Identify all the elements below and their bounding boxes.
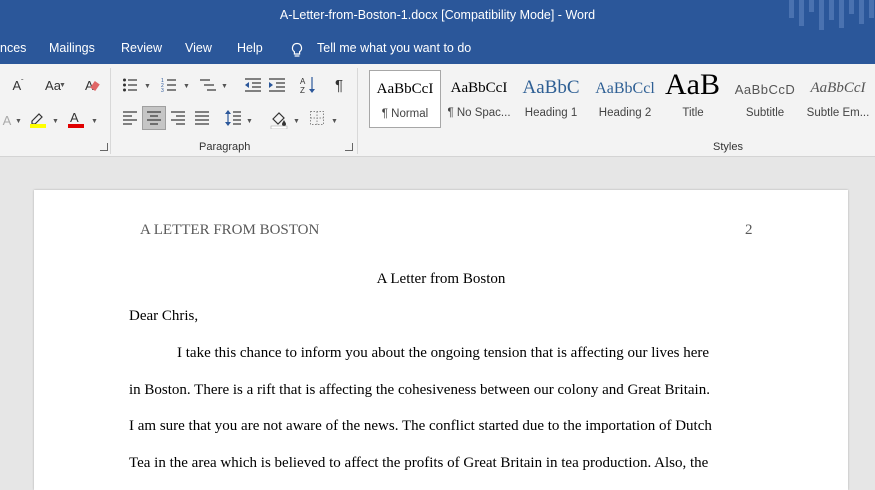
style-heading-1[interactable]: AaBbC Heading 1 bbox=[515, 70, 587, 128]
tab-references[interactable]: nces bbox=[0, 41, 26, 55]
svg-text:A: A bbox=[70, 110, 79, 125]
svg-text:3: 3 bbox=[161, 88, 164, 93]
style-subtle-emphasis[interactable]: AaBbCcI Subtle Em... bbox=[801, 70, 875, 128]
paragraph-group-label: Paragraph bbox=[199, 141, 251, 153]
line-spacing-caret-icon: ▼ bbox=[246, 118, 253, 125]
body-line[interactable]: I take this chance to inform you about t… bbox=[177, 345, 709, 362]
line-spacing-icon[interactable] bbox=[224, 109, 242, 127]
shading-caret-icon: ▼ bbox=[293, 118, 300, 125]
align-left-icon[interactable] bbox=[122, 110, 138, 126]
style-name-label: ¶ Normal bbox=[381, 108, 429, 120]
style-name-label: ¶ No Spac... bbox=[447, 107, 511, 119]
align-center-icon bbox=[147, 111, 161, 125]
style-heading-2[interactable]: AaBbCcl Heading 2 bbox=[589, 70, 661, 128]
style-subtitle[interactable]: AaBbCcD Subtitle bbox=[729, 70, 801, 128]
title-bar-pattern-icon bbox=[789, 0, 874, 30]
numbering-caret-icon: ▼ bbox=[183, 83, 190, 90]
body-line[interactable]: in Boston. There is a rift that is affec… bbox=[129, 382, 710, 399]
style-name-label: Title bbox=[682, 107, 704, 119]
borders-caret-icon: ▼ bbox=[331, 118, 338, 125]
tab-mailings[interactable]: Mailings bbox=[49, 41, 95, 55]
document-title[interactable]: A Letter from Boston bbox=[34, 271, 848, 288]
highlight-caret-icon: ▼ bbox=[52, 118, 59, 125]
style-sample-text: AaBbCcI bbox=[376, 81, 434, 97]
borders-icon[interactable] bbox=[309, 110, 325, 126]
numbering-icon[interactable]: 123 bbox=[161, 77, 177, 93]
body-line[interactable]: I am sure that you are not aware of the … bbox=[129, 418, 712, 435]
style-sample-text: AaB bbox=[665, 70, 720, 101]
align-right-icon[interactable] bbox=[170, 110, 186, 126]
grow-font-button[interactable]: Aˇ bbox=[8, 75, 28, 95]
window-title: A-Letter-from-Boston-1.docx [Compatibili… bbox=[279, 8, 596, 22]
salutation[interactable]: Dear Chris, bbox=[129, 308, 198, 325]
tell-me-search[interactable]: Tell me what you want to do bbox=[317, 41, 471, 55]
shading-icon[interactable] bbox=[269, 109, 289, 129]
justify-icon[interactable] bbox=[194, 110, 210, 126]
text-effects-caret-icon: ▼ bbox=[15, 118, 22, 125]
style-name-label: Heading 2 bbox=[598, 107, 652, 119]
multilevel-caret-icon: ▼ bbox=[221, 83, 228, 90]
group-separator bbox=[357, 68, 358, 154]
styles-group-label: Styles bbox=[713, 141, 743, 153]
font-color-caret-icon: ▼ bbox=[91, 118, 98, 125]
increase-indent-icon[interactable] bbox=[268, 77, 286, 93]
text-effects-button[interactable]: A bbox=[0, 110, 14, 130]
page-header: A LETTER FROM BOSTON bbox=[140, 222, 320, 238]
sort-icon[interactable]: A Z bbox=[300, 76, 316, 94]
group-separator bbox=[110, 68, 111, 154]
show-formatting-marks-button[interactable]: ¶ bbox=[330, 75, 348, 95]
pilcrow-icon: ¶ bbox=[334, 76, 344, 94]
font-color-icon[interactable]: A bbox=[66, 109, 86, 129]
style-normal[interactable]: AaBbCcI ¶ Normal bbox=[369, 70, 441, 128]
ribbon-tab-bar: nces Mailings Review View Help Tell me w… bbox=[0, 34, 875, 64]
align-center-button[interactable] bbox=[142, 106, 166, 130]
clear-formatting-icon[interactable]: A bbox=[84, 77, 100, 93]
paragraph-dialog-launcher-icon[interactable] bbox=[345, 143, 353, 151]
styles-gallery: AaBbCcI ¶ Normal AaBbCcI ¶ No Spac... Aa… bbox=[367, 70, 875, 128]
ribbon: Aˇ Aa ▼ A A ▼ ▼ A ▼ ▼ 123 ▼ ▼ A Z ¶ ▼ ▼ … bbox=[0, 64, 875, 157]
font-dialog-launcher-icon[interactable] bbox=[100, 143, 108, 151]
document-workspace[interactable]: A LETTER FROM BOSTON 2 A Letter from Bos… bbox=[0, 157, 875, 490]
tab-view[interactable]: View bbox=[185, 41, 212, 55]
style-sample-text: AaBbCcI bbox=[450, 80, 508, 96]
bullets-icon[interactable] bbox=[122, 77, 138, 93]
style-sample-text: AaBbCcl bbox=[595, 80, 655, 97]
style-title[interactable]: AaB Title bbox=[661, 70, 725, 128]
change-case-caret-icon: ▼ bbox=[59, 82, 66, 89]
style-sample-text: AaBbCcD bbox=[734, 82, 796, 97]
decrease-indent-icon[interactable] bbox=[244, 77, 262, 93]
title-bar: A-Letter-from-Boston-1.docx [Compatibili… bbox=[0, 0, 875, 34]
tab-review[interactable]: Review bbox=[121, 41, 162, 55]
style-sample-text: AaBbC bbox=[522, 77, 580, 98]
tab-help[interactable]: Help bbox=[237, 41, 263, 55]
page-number: 2 bbox=[745, 222, 753, 238]
body-line[interactable]: Tea in the area which is believed to aff… bbox=[129, 455, 708, 472]
lightbulb-icon bbox=[291, 42, 303, 57]
style-name-label: Heading 1 bbox=[524, 107, 578, 119]
style-name-label: Subtitle bbox=[745, 107, 785, 119]
text-effects-icon: A bbox=[2, 112, 12, 128]
style-sample-text: AaBbCcI bbox=[810, 80, 866, 96]
font-grow-icon: Aˇ bbox=[12, 77, 24, 93]
multilevel-list-icon[interactable] bbox=[199, 77, 217, 93]
style-name-label: Subtle Em... bbox=[806, 107, 870, 119]
highlight-color-icon[interactable] bbox=[28, 109, 48, 129]
svg-text:Z: Z bbox=[300, 86, 305, 94]
svg-text:A: A bbox=[300, 77, 306, 86]
document-page[interactable]: A LETTER FROM BOSTON 2 A Letter from Bos… bbox=[34, 190, 848, 490]
style-no-spacing[interactable]: AaBbCcI ¶ No Spac... bbox=[443, 70, 515, 128]
bullets-caret-icon: ▼ bbox=[144, 83, 151, 90]
